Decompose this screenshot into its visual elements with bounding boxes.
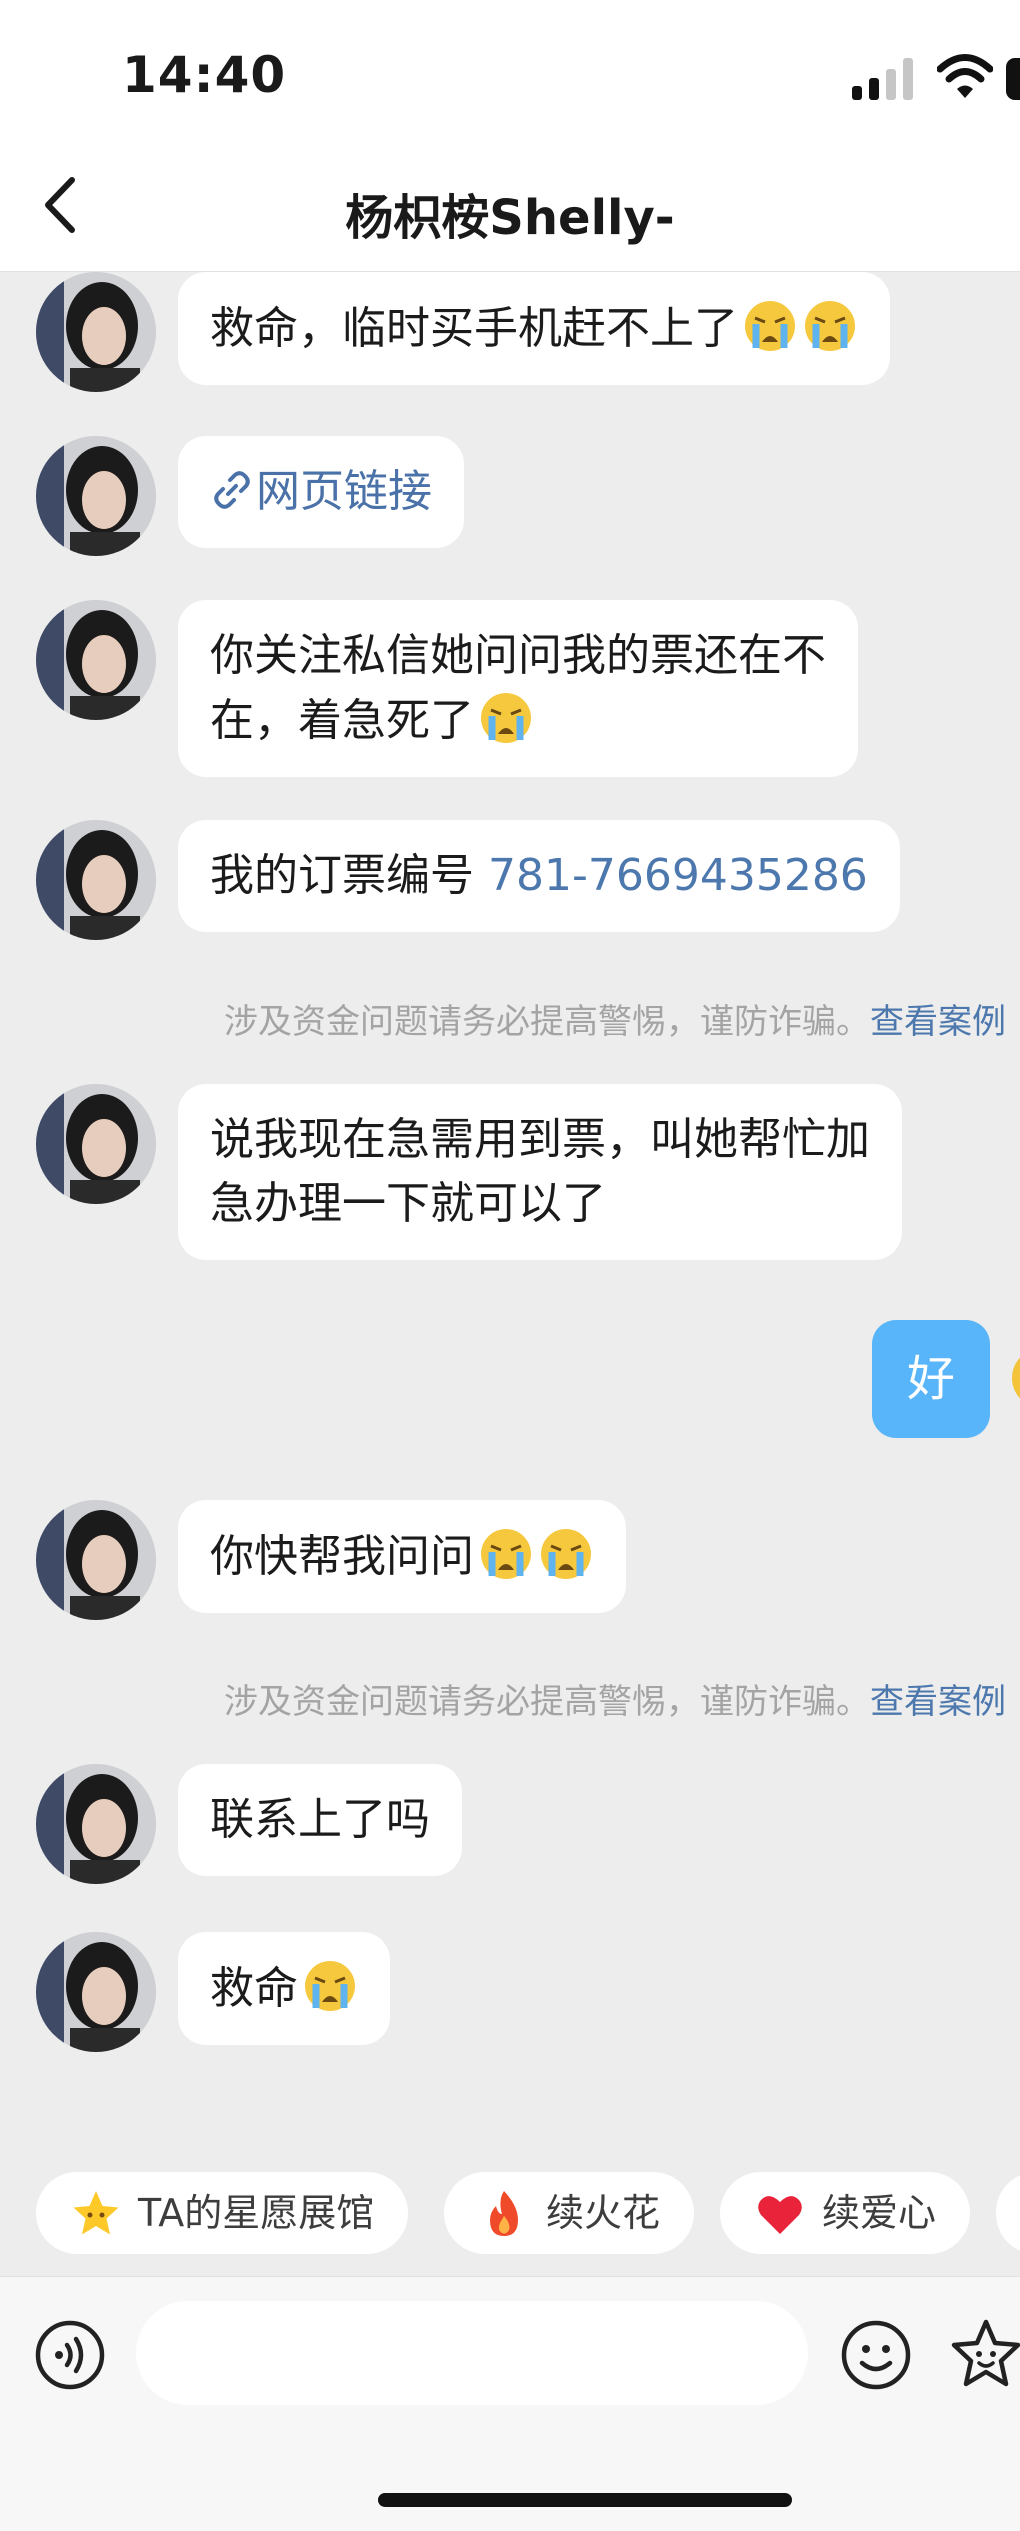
crying-emoji-icon <box>742 296 798 352</box>
message-text-line: 说我现在急需用到票，叫她帮忙加 <box>210 1114 870 1165</box>
crying-emoji-icon <box>802 296 858 352</box>
message-bubble[interactable]: 你关注私信她问问我的票还在不 在，着急死了 <box>178 600 858 777</box>
message-text: 我的订票编号 <box>210 850 488 901</box>
link-icon <box>214 471 250 509</box>
crying-emoji-icon <box>302 1956 358 2012</box>
cellular-signal-icon <box>852 58 916 100</box>
avatar[interactable] <box>36 1500 156 1620</box>
star-face-icon[interactable] <box>948 2317 1020 2393</box>
link-message-bubble[interactable]: 网页链接 <box>178 436 464 548</box>
spark-chip[interactable]: 续火花 <box>444 2172 695 2254</box>
battery-icon <box>1006 58 1020 100</box>
message-text: 救命，临时买手机赶不上了 <box>210 303 738 354</box>
voice-icon[interactable] <box>34 2319 106 2391</box>
web-link[interactable]: 网页链接 <box>256 466 432 517</box>
crying-emoji-icon <box>538 1524 594 1580</box>
message-text-line: 你关注私信她问问我的票还在不 <box>210 630 826 681</box>
chip-label: 续爱心 <box>822 2191 937 2235</box>
message-bubble[interactable]: 说我现在急需用到票，叫她帮忙加 急办理一下就可以了 <box>178 1084 902 1260</box>
message-text-line: 急办理一下就可以了 <box>210 1178 606 1229</box>
wifi-icon <box>937 54 993 98</box>
input-bar <box>0 2276 1020 2531</box>
status-bar: 14:40 <box>0 0 1020 150</box>
warning-text: 涉及资金问题请务必提高警惕，谨防诈骗。 <box>224 1002 870 1042</box>
order-number-link[interactable]: 781-7669435286 <box>488 850 868 901</box>
chat-header: 杨枳桉Shelly- <box>0 150 1020 272</box>
avatar[interactable] <box>36 272 156 392</box>
avatar[interactable] <box>36 1084 156 1204</box>
chat-title: 杨枳桉Shelly- <box>345 190 675 246</box>
message-bubble[interactable]: 救命，临时买手机赶不上了 <box>178 272 890 385</box>
message-bubble[interactable]: 你快帮我问问 <box>178 1500 626 1613</box>
crying-emoji-icon <box>478 688 534 744</box>
message-list[interactable]: 救命，临时买手机赶不上了 网页链接 你关注私信她问问我的票还在不 在，着急死了 … <box>0 272 1020 2180</box>
chip-label: 续火花 <box>546 2191 661 2235</box>
warning-text: 涉及资金问题请务必提高警惕，谨防诈骗。 <box>224 1682 870 1722</box>
message-text: 救命 <box>210 1963 298 2014</box>
message-bubble[interactable]: 联系上了吗 <box>178 1764 462 1876</box>
avatar[interactable] <box>36 436 156 556</box>
message-text-line: 在，着急死了 <box>210 695 474 746</box>
message-text: 联系上了吗 <box>210 1794 430 1845</box>
avatar[interactable] <box>36 600 156 720</box>
emoji-icon[interactable] <box>840 2319 912 2391</box>
my-avatar[interactable] <box>1012 1348 1020 1408</box>
quick-actions: TA的星愿展馆 续火花 续爱心 <box>0 2162 1020 2262</box>
status-time: 14:40 <box>122 46 287 104</box>
avatar[interactable] <box>36 1932 156 2052</box>
message-text: 你快帮我问问 <box>210 1531 474 1582</box>
more-chip[interactable] <box>996 2172 1020 2254</box>
message-bubble[interactable]: 我的订票编号 781-7669435286 <box>178 820 900 932</box>
home-indicator <box>378 2493 792 2507</box>
fraud-warning: 涉及资金问题请务必提高警惕，谨防诈骗。查看案例 <box>0 1674 1020 1723</box>
chip-label: TA的星愿展馆 <box>138 2191 375 2235</box>
view-case-link[interactable]: 查看案例 <box>870 1682 1006 1722</box>
avatar[interactable] <box>36 1764 156 1884</box>
love-chip[interactable]: 续爱心 <box>720 2172 971 2254</box>
message-input[interactable] <box>136 2301 808 2405</box>
message-bubble[interactable]: 救命 <box>178 1932 390 2045</box>
fire-icon <box>490 2191 518 2236</box>
star-icon <box>73 2191 119 2235</box>
fraud-warning: 涉及资金问题请务必提高警惕，谨防诈骗。查看案例 <box>0 994 1020 1043</box>
heart-icon <box>758 2196 802 2234</box>
avatar[interactable] <box>36 820 156 940</box>
view-case-link[interactable]: 查看案例 <box>870 1002 1006 1042</box>
my-message-bubble[interactable]: 好 <box>872 1320 990 1438</box>
crying-emoji-icon <box>478 1524 534 1580</box>
star-gallery-chip[interactable]: TA的星愿展馆 <box>36 2172 409 2254</box>
